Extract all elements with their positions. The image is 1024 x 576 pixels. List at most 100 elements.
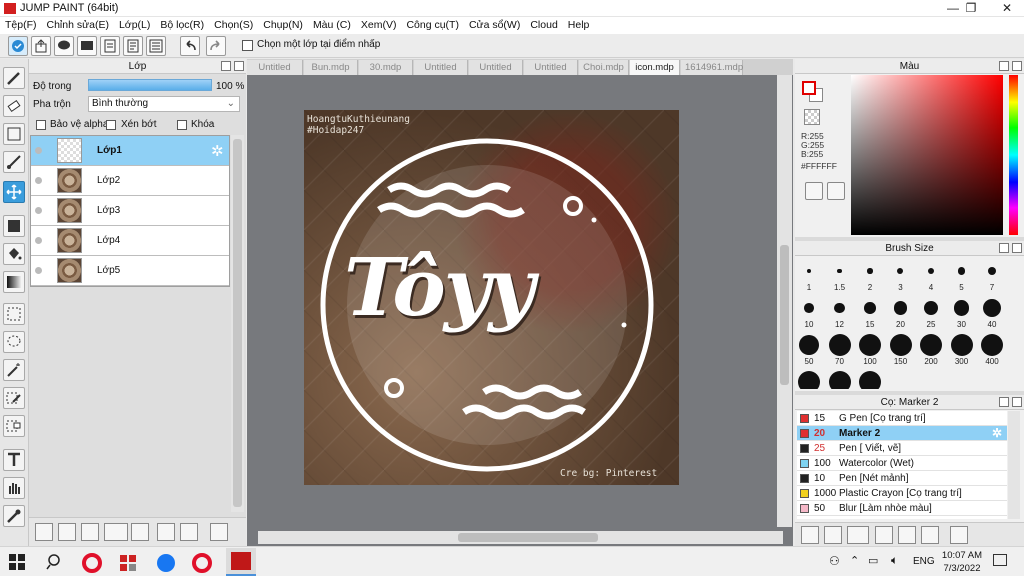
export-button[interactable]: [31, 36, 51, 56]
brush-menu-dropdown-icon[interactable]: [847, 526, 869, 544]
tab-icon-active[interactable]: icon.mdp: [630, 60, 680, 75]
eraser-tool[interactable]: [3, 95, 25, 117]
brush-size-dot[interactable]: [834, 302, 845, 314]
hand-tool[interactable]: [3, 477, 25, 499]
brush-size-dot[interactable]: [859, 334, 881, 356]
gear-icon[interactable]: ✲: [992, 426, 1002, 441]
undo-button[interactable]: [180, 36, 200, 56]
menu-edit[interactable]: Chỉnh sửa(E): [42, 17, 114, 34]
brush-settings-icon[interactable]: [824, 526, 842, 544]
menu-color[interactable]: Màu (C): [308, 17, 356, 34]
new-layer-icon[interactable]: [35, 523, 53, 541]
maximize-button[interactable]: ❐: [956, 0, 986, 17]
magic-wand-tool[interactable]: [3, 359, 25, 381]
cloud-sync-button[interactable]: [8, 36, 28, 56]
menu-tools[interactable]: Công cụ(T): [401, 17, 464, 34]
volume-icon[interactable]: 🔈︎: [891, 553, 898, 568]
brush-size-dot[interactable]: [987, 266, 997, 276]
brush-size-dot[interactable]: [828, 334, 851, 356]
add-layer-dropdown-icon[interactable]: [104, 523, 128, 541]
artwork-canvas[interactable]: HoangtuKuthieunang #Hoidap247 Tôyy Cre b…: [304, 110, 679, 485]
lasso-tool[interactable]: [3, 331, 25, 353]
layer-row[interactable]: Lớp4: [31, 226, 229, 256]
duplicate-layer-icon[interactable]: [157, 523, 175, 541]
search-icon[interactable]: [46, 553, 66, 573]
panel-float-icon[interactable]: [221, 61, 231, 71]
brush-size-dot[interactable]: [799, 335, 819, 355]
menu-window[interactable]: Cửa sổ(W): [464, 17, 525, 34]
move-tool[interactable]: [3, 181, 25, 203]
document-button[interactable]: [100, 36, 120, 56]
brush-size-dot[interactable]: [957, 267, 966, 275]
canvas-area[interactable]: HoangtuKuthieunang #Hoidap247 Tôyy Cre b…: [247, 75, 793, 546]
layer-row[interactable]: Lớp5: [31, 256, 229, 286]
panel-float-icon[interactable]: [999, 243, 1009, 253]
select-rect-tool[interactable]: [3, 303, 25, 325]
subtool-item[interactable]: 100 Watercolor (Wet): [797, 456, 1007, 471]
brush-tool[interactable]: [3, 67, 25, 89]
subtool-item[interactable]: 15 G Pen [Cọ trang trí]: [797, 411, 1007, 426]
notification-icon[interactable]: [993, 554, 1007, 566]
add-brush-icon[interactable]: [801, 526, 819, 544]
visibility-icon[interactable]: [35, 147, 42, 154]
brush-size-dot[interactable]: [889, 334, 912, 356]
panel-close-icon[interactable]: [1012, 61, 1022, 71]
panel-close-icon[interactable]: [234, 61, 244, 71]
visibility-icon[interactable]: [35, 207, 42, 214]
fill-rect-tool[interactable]: [3, 215, 25, 237]
brush-size-dot[interactable]: [859, 371, 881, 389]
folder-icon[interactable]: [131, 523, 149, 541]
tab-30[interactable]: 30.mdp: [359, 60, 413, 75]
menu-filter[interactable]: Bộ lọc(R): [155, 17, 209, 34]
taskbar-active-app[interactable]: [226, 548, 256, 576]
brush-size-dot[interactable]: [950, 334, 973, 356]
palette-icon[interactable]: [805, 182, 823, 200]
eyedropper-tool[interactable]: [3, 505, 25, 527]
brush-size-dot[interactable]: [828, 371, 851, 389]
layer-row[interactable]: Lớp3: [31, 196, 229, 226]
menu-file[interactable]: Tệp(F): [0, 17, 42, 34]
zalo-icon[interactable]: [156, 553, 176, 573]
brush-size-dot[interactable]: [893, 301, 908, 315]
message-button[interactable]: [77, 36, 97, 56]
brush-size-dot[interactable]: [923, 300, 939, 316]
brush-size-dot[interactable]: [867, 268, 873, 274]
brush-size-dot[interactable]: [897, 267, 904, 274]
trash-icon[interactable]: [950, 526, 968, 544]
new-1bit-layer-icon[interactable]: [81, 523, 99, 541]
brush-size-dot[interactable]: [806, 268, 812, 274]
menu-view[interactable]: Xem(V): [356, 17, 402, 34]
merge-layer-icon[interactable]: [180, 523, 198, 541]
brush-doc-icon[interactable]: [875, 526, 893, 544]
tab-bun[interactable]: Bun.mdp: [304, 60, 358, 75]
color-set-icon[interactable]: [827, 182, 845, 200]
brush-size-dot[interactable]: [837, 268, 842, 274]
bucket-tool[interactable]: [3, 243, 25, 265]
list-settings-button[interactable]: [146, 36, 166, 56]
new-8bit-layer-icon[interactable]: [58, 523, 76, 541]
brush-size-dot[interactable]: [953, 300, 970, 316]
comment-button[interactable]: [54, 36, 74, 56]
subtool-item[interactable]: 1000 Plastic Crayon [Cọ trang trí]: [797, 486, 1007, 501]
folder-icon[interactable]: [898, 526, 916, 544]
menu-layer[interactable]: Lớp(L): [114, 17, 155, 34]
clipping-checkbox[interactable]: [106, 120, 116, 130]
menu-cloud[interactable]: Cloud: [525, 17, 562, 34]
transparent-color-swatch[interactable]: [804, 109, 820, 125]
panel-float-icon[interactable]: [999, 61, 1009, 71]
app-grid-icon[interactable]: [118, 553, 138, 573]
tab-untitled[interactable]: Untitled: [247, 60, 303, 75]
subtool-item[interactable]: 25 Pen [ Viết, vẽ]: [797, 441, 1007, 456]
line-tool[interactable]: [3, 151, 25, 173]
select-eraser-tool[interactable]: [3, 415, 25, 437]
menu-help[interactable]: Help: [563, 17, 595, 34]
panel-close-icon[interactable]: [1012, 243, 1022, 253]
tab-untitled[interactable]: Untitled: [469, 60, 523, 75]
menu-capture[interactable]: Chụp(N): [258, 17, 308, 34]
canvas-vertical-scrollbar[interactable]: [777, 75, 792, 527]
network-icon[interactable]: ▭: [868, 554, 878, 567]
protect-alpha-checkbox[interactable]: [36, 120, 46, 130]
close-button[interactable]: ✕: [992, 0, 1022, 17]
windows-start-icon[interactable]: [8, 553, 28, 573]
brush-size-dot[interactable]: [983, 299, 1001, 317]
